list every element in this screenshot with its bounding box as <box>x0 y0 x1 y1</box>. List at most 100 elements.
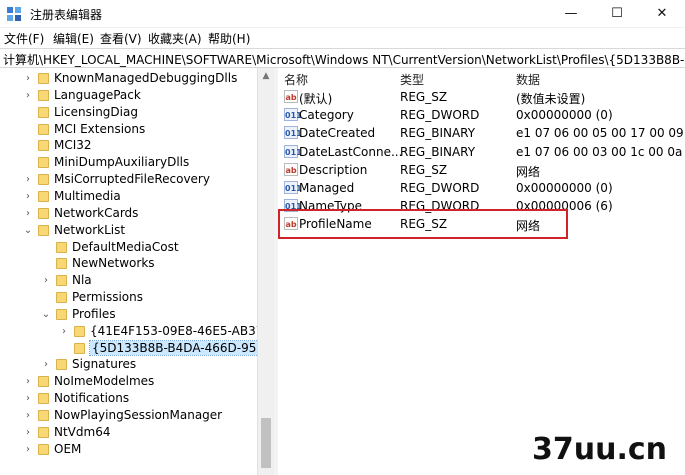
value-type: REG_SZ <box>400 162 448 177</box>
tree-item[interactable]: ⌄ Profiles <box>0 306 257 323</box>
folder-icon <box>38 207 49 219</box>
chevron-right-icon[interactable]: › <box>40 272 52 289</box>
tree-item-label: Multimedia <box>54 188 121 203</box>
menu-favorites[interactable]: 收藏夹(A) <box>148 30 202 47</box>
tree-item-label: LanguagePack <box>54 87 141 102</box>
tree-item-label: DefaultMediaCost <box>72 239 179 254</box>
menu-view[interactable]: 查看(V) <box>100 30 142 47</box>
chevron-right-icon[interactable]: › <box>22 390 34 407</box>
tree-item[interactable]: › NoImeModelmes <box>0 373 257 390</box>
scroll-up-arrow-icon[interactable]: ▲ <box>258 68 274 84</box>
chevron-right-icon[interactable]: › <box>22 87 34 104</box>
folder-icon <box>38 410 49 421</box>
tree-item[interactable]: NewNetworks <box>0 255 257 272</box>
folder-icon <box>56 308 67 320</box>
value-type: REG_BINARY <box>400 126 476 141</box>
value-row[interactable]: ab (默认) REG_SZ (数值未设置) <box>278 88 685 106</box>
tree-item-label: Signatures <box>72 357 137 372</box>
value-row[interactable]: ab Description REG_SZ 网络 <box>278 161 685 179</box>
value-type: REG_SZ <box>400 90 448 104</box>
binary-value-icon: 011 <box>284 181 302 194</box>
address-path[interactable]: 计算机\HKEY_LOCAL_MACHINE\SOFTWARE\Microsof… <box>3 51 685 67</box>
folder-icon <box>38 224 49 236</box>
tree-item-label: NowPlayingSessionManager <box>54 408 223 422</box>
value-data: 网络 <box>516 164 541 179</box>
value-data: (数值未设置) <box>516 92 586 106</box>
chevron-right-icon[interactable]: › <box>22 373 34 390</box>
value-data: e1 07 06 00 03 00 1c 00 0a 00 <box>516 144 685 159</box>
close-button[interactable]: ✕ <box>639 0 685 28</box>
key-tree: › KnownManagedDebuggingDlls › LanguagePack L… <box>0 68 274 475</box>
tree-item[interactable]: › Nla <box>0 272 257 289</box>
chevron-right-icon[interactable]: › <box>22 424 34 441</box>
chevron-right-icon[interactable]: › <box>58 323 70 340</box>
value-row[interactable]: 011 Managed REG_DWORD 0x00000000 (0) <box>278 179 685 197</box>
menu-help[interactable]: 帮助(H) <box>208 30 250 47</box>
watermark: 37uu.cn <box>532 432 667 467</box>
folder-icon <box>38 393 49 405</box>
tree-item[interactable]: LicensingDiag <box>0 104 257 121</box>
chevron-right-icon[interactable]: › <box>22 171 34 188</box>
value-data: 0x00000000 (0) <box>516 108 613 123</box>
values-list: 名称 类型 数据 ab (默认) REG_SZ (数值未设置) 011 Category R… <box>278 68 685 475</box>
tree-item[interactable]: › NowPlayingSessionManager <box>0 407 257 424</box>
value-type: REG_BINARY <box>400 144 476 159</box>
chevron-down-icon[interactable]: ⌄ <box>40 306 52 323</box>
tree-item[interactable]: › NtVdm64 <box>0 424 257 441</box>
tree-item[interactable]: › NetworkCards <box>0 205 257 222</box>
chevron-right-icon[interactable]: › <box>22 407 34 424</box>
tree-item[interactable]: ⌄ NetworkList <box>0 222 257 239</box>
folder-icon <box>56 275 67 287</box>
column-header-type[interactable]: 类型 <box>400 71 424 88</box>
tree-item-label: LicensingDiag <box>54 104 138 119</box>
tree-item-label: MsiCorruptedFileRecovery <box>54 172 210 187</box>
tree-item-label: NewNetworks <box>72 256 155 271</box>
menu-bar: 文件(F) 编辑(E) 查看(V) 收藏夹(A) 帮助(H) <box>0 28 685 48</box>
tree-item[interactable]: Permissions <box>0 289 257 306</box>
chevron-right-icon[interactable]: › <box>22 441 34 458</box>
tree-item-label: {41E4F153-09E8-46E5-AB37- <box>90 323 268 338</box>
folder-icon <box>38 190 49 202</box>
value-data: 0x00000000 (0) <box>516 181 613 195</box>
column-header-name[interactable]: 名称 <box>284 71 308 88</box>
folder-icon <box>56 292 67 304</box>
tree-scrollbar[interactable]: ▲ <box>257 68 274 475</box>
tree-item[interactable]: › KnownManagedDebuggingDlls <box>0 70 257 87</box>
menu-file[interactable]: 文件(F) <box>4 30 44 47</box>
tree-item[interactable]: › Multimedia <box>0 188 257 205</box>
minimize-button[interactable]: — <box>548 0 594 28</box>
tree-item[interactable]: › LanguagePack <box>0 87 257 104</box>
tree-item[interactable]: MCI32 <box>0 137 257 154</box>
maximize-button[interactable]: ☐ <box>594 0 640 28</box>
chevron-right-icon[interactable]: › <box>40 356 52 373</box>
tree-item[interactable]: {5D133B8B-B4DA-466D-9542 <box>0 339 274 357</box>
folder-icon <box>56 359 67 371</box>
tree-item-label: NetworkCards <box>54 205 139 220</box>
folder-icon <box>38 174 49 186</box>
chevron-down-icon[interactable]: ⌄ <box>22 222 34 239</box>
tree-item[interactable]: MiniDumpAuxiliaryDlls <box>0 154 257 171</box>
tree-item[interactable]: › {41E4F153-09E8-46E5-AB37- <box>0 323 268 340</box>
tree-item[interactable]: › Notifications <box>0 390 257 407</box>
value-name: DateCreated <box>299 126 376 141</box>
value-row[interactable]: 011 DateLastConne... REG_BINARY e1 07 06 00… <box>278 143 685 161</box>
menu-edit[interactable]: 编辑(E) <box>53 30 94 47</box>
value-row[interactable]: 011 Category REG_DWORD 0x00000000 (0) <box>278 106 685 124</box>
value-name: (默认) <box>299 92 333 106</box>
value-row[interactable]: 011 DateCreated REG_BINARY e1 07 06 00 05 0… <box>278 124 685 142</box>
tree-item[interactable]: › OEM <box>0 441 257 458</box>
address-bar[interactable]: 计算机\HKEY_LOCAL_MACHINE\SOFTWARE\Microsof… <box>0 48 685 68</box>
column-header-data[interactable]: 数据 <box>516 71 540 88</box>
value-name: Managed <box>299 181 355 195</box>
chevron-right-icon[interactable]: › <box>22 205 34 222</box>
scroll-thumb[interactable] <box>261 418 271 468</box>
chevron-right-icon[interactable]: › <box>22 188 34 205</box>
tree-item[interactable]: DefaultMediaCost <box>0 239 257 256</box>
tree-item[interactable]: MCI Extensions <box>0 121 257 138</box>
folder-icon <box>56 241 67 253</box>
tree-item[interactable]: › Signatures <box>0 356 257 373</box>
folder-icon <box>38 157 49 169</box>
binary-value-icon: 011 <box>284 126 302 140</box>
chevron-right-icon[interactable]: › <box>22 70 34 87</box>
tree-item[interactable]: › MsiCorruptedFileRecovery <box>0 171 257 188</box>
